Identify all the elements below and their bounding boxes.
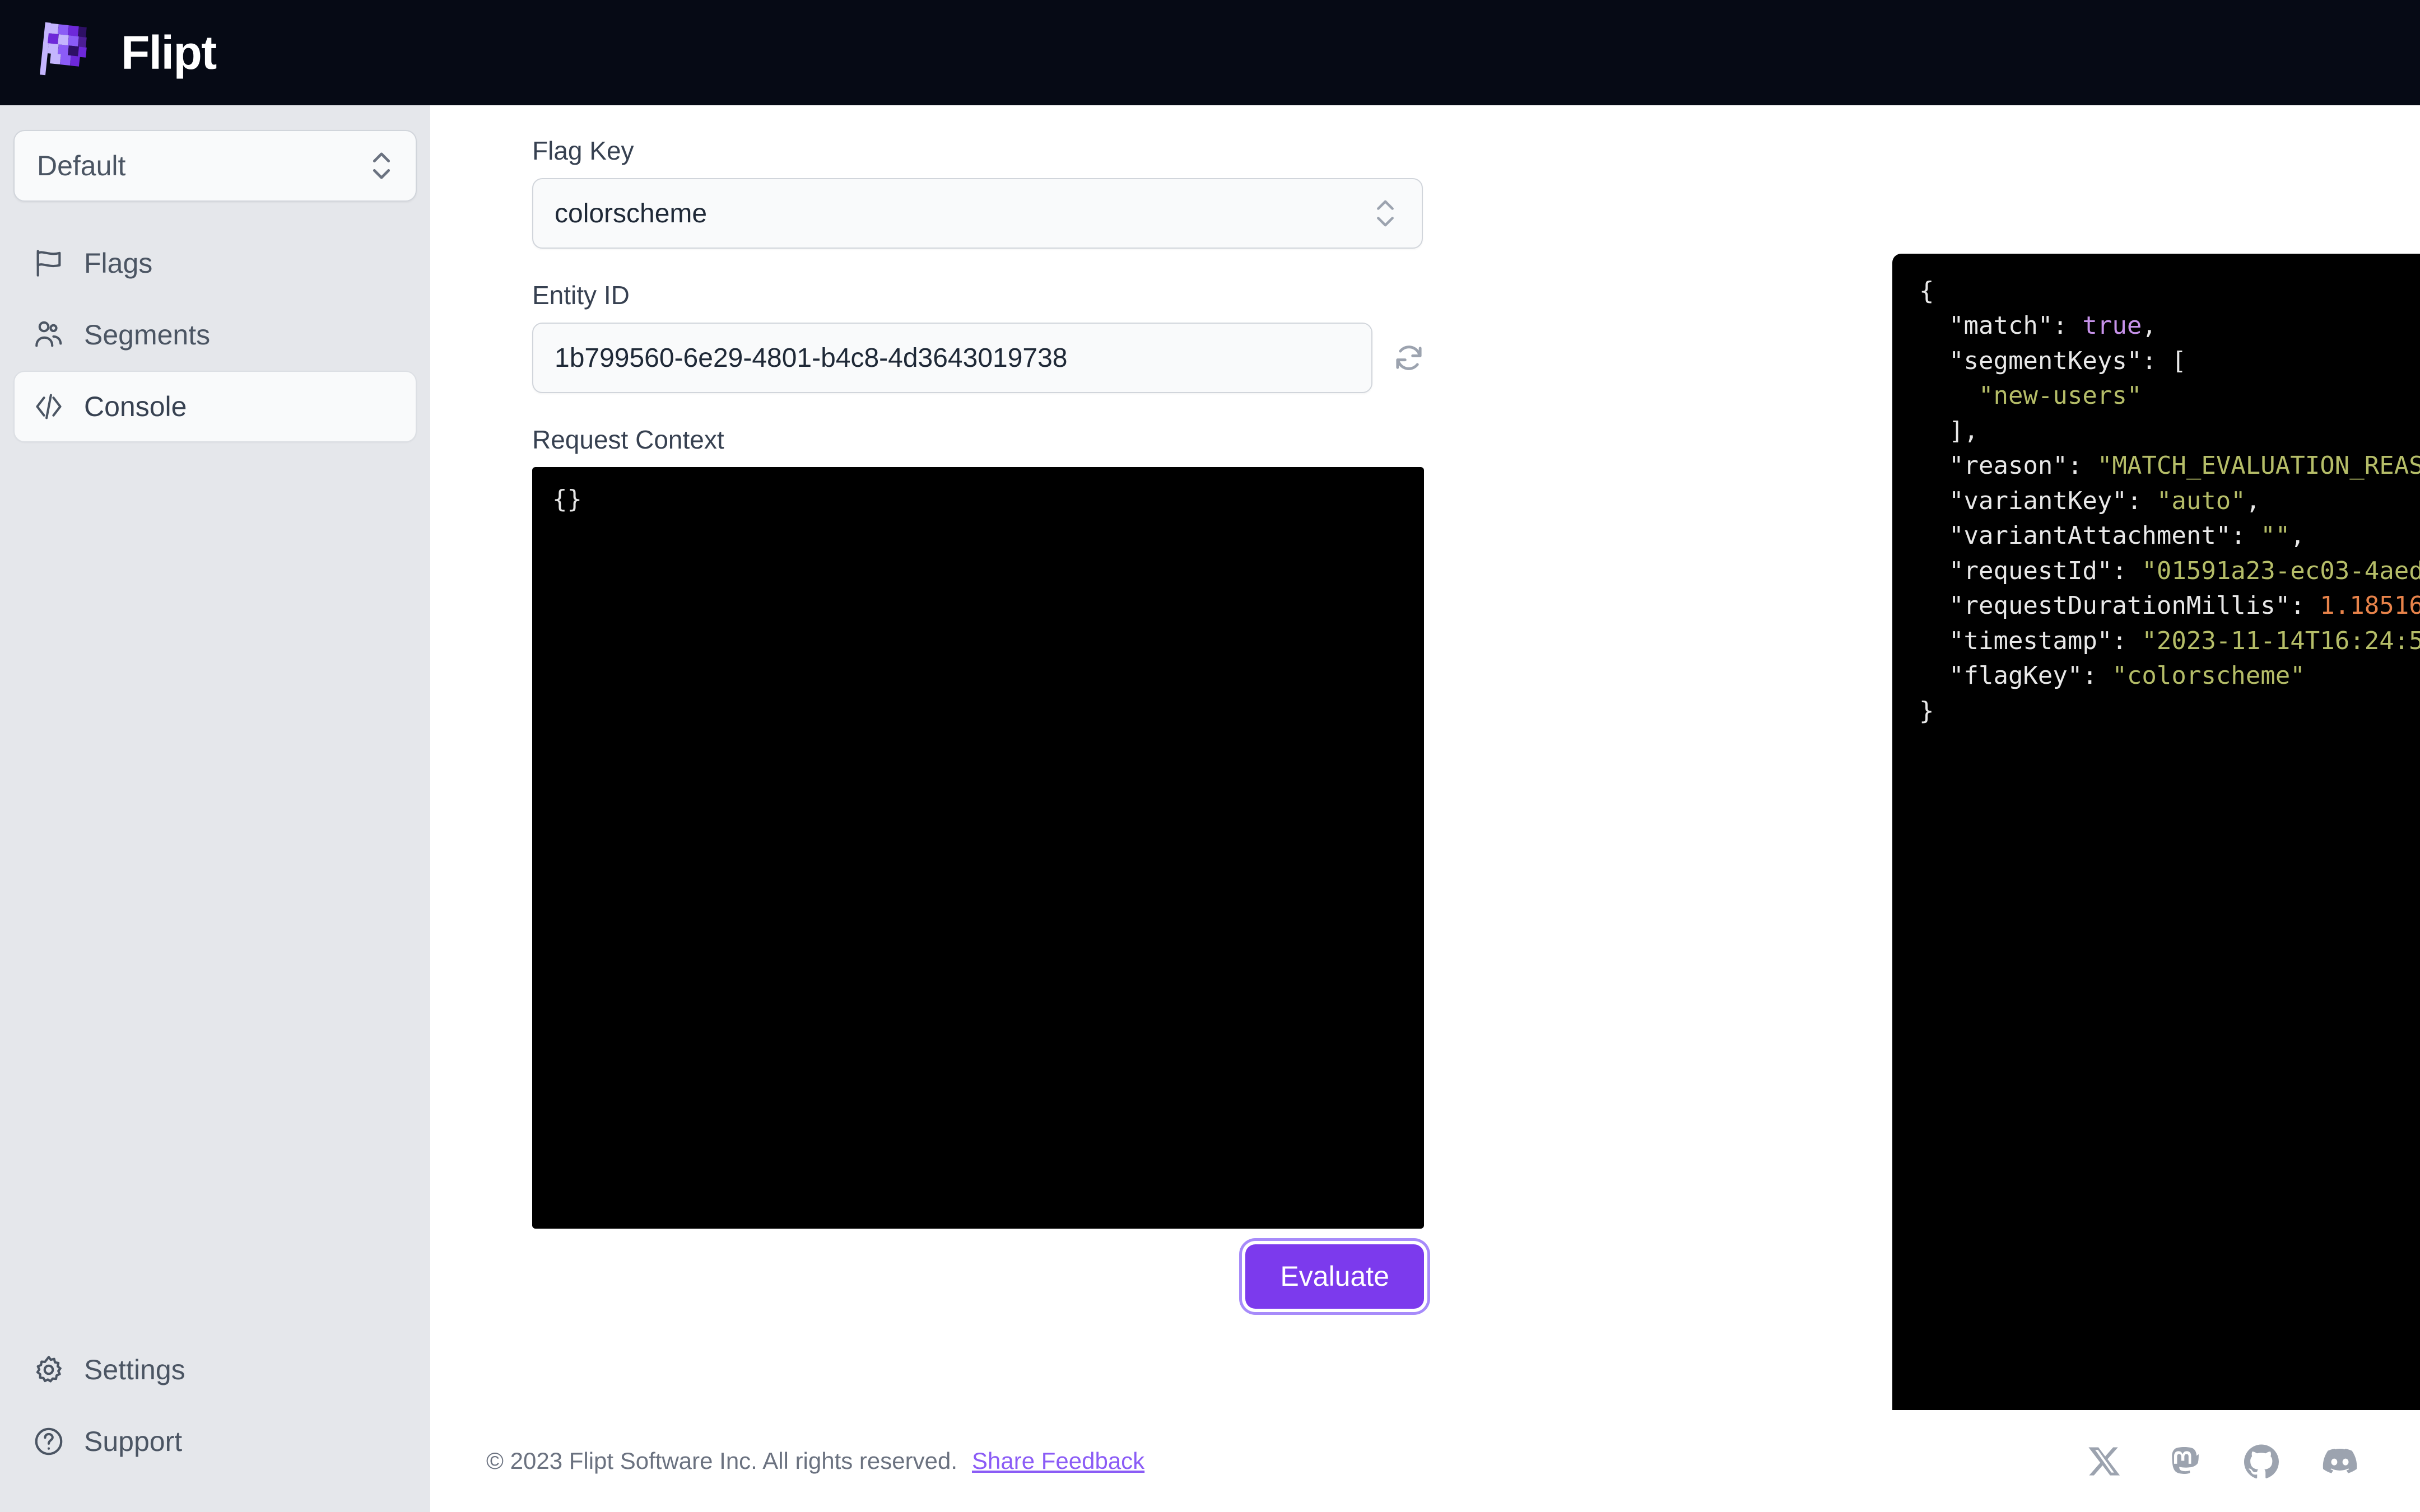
users-icon	[32, 319, 65, 351]
sidebar-item-console[interactable]: Console	[13, 371, 417, 442]
flipt-flag-logo-icon	[35, 17, 106, 88]
flag-icon	[32, 247, 65, 279]
sidebar-item-label: Settings	[84, 1354, 185, 1386]
json-token-key: "timestamp":	[1919, 627, 2142, 655]
request-context-label: Request Context	[532, 424, 1428, 455]
json-token-key: "requestDurationMillis":	[1919, 591, 2320, 620]
brand-logo[interactable]: Flipt	[35, 17, 216, 88]
chevron-up-down-icon	[1372, 196, 1398, 231]
request-context-field: Request Context {}	[532, 424, 1428, 1229]
json-token-key: "flagKey":	[1919, 661, 2112, 690]
entity-id-value: 1b799560-6e29-4801-b4c8-4d3643019738	[555, 343, 1068, 374]
evaluate-row: Evaluate	[532, 1244, 1428, 1309]
discord-icon[interactable]	[2323, 1444, 2357, 1478]
sidebar-nav: Flags Segments Console	[13, 227, 417, 442]
json-token-num: 1.185167	[2320, 591, 2420, 620]
json-token-punct: ,	[2142, 311, 2157, 340]
json-token-key: "variantKey":	[1919, 487, 2157, 515]
namespace-select-value: Default	[37, 150, 125, 182]
evaluation-form: Flag Key colorscheme Entity ID 1b799560-…	[532, 136, 1428, 1260]
sidebar-item-support[interactable]: Support	[13, 1406, 417, 1477]
sidebar-item-settings[interactable]: Settings	[13, 1334, 417, 1406]
github-icon[interactable]	[2244, 1444, 2279, 1478]
json-token-str: ""	[2260, 521, 2290, 550]
json-token-punct: ],	[1919, 417, 1979, 445]
page-footer: © 2023 Flipt Software Inc. All rights re…	[430, 1410, 2420, 1512]
json-token-punct: ,	[2290, 521, 2305, 550]
flag-key-field: Flag Key colorscheme	[532, 136, 1428, 249]
json-token-key: "segmentKeys": [	[1919, 347, 2186, 375]
brand-name: Flipt	[121, 29, 216, 76]
console-page: Flag Key colorscheme Entity ID 1b799560-…	[430, 105, 2420, 1410]
sidebar-item-flags[interactable]: Flags	[13, 227, 417, 299]
code-brackets-icon	[32, 390, 65, 423]
json-token-str: "2023-11-14T16:24:54.295957213Z"	[2142, 627, 2420, 655]
json-token-punct: {	[1919, 277, 1934, 305]
namespace-select[interactable]: Default	[13, 130, 417, 202]
request-context-editor[interactable]: {}	[532, 467, 1424, 1229]
mastodon-icon[interactable]	[2166, 1444, 2200, 1478]
main-content: Flag Key colorscheme Entity ID 1b799560-…	[430, 105, 2420, 1512]
gear-icon	[32, 1354, 65, 1386]
json-token-key: "variantAttachment":	[1919, 521, 2260, 550]
json-token-str: "new-users"	[1979, 381, 2142, 410]
json-token-str: "colorscheme"	[2112, 661, 2305, 690]
json-token-bool: true	[2082, 311, 2142, 340]
json-token-key: "reason":	[1919, 451, 2097, 480]
x-icon[interactable]	[2087, 1444, 2122, 1478]
copyright-text: © 2023 Flipt Software Inc. All rights re…	[486, 1448, 957, 1474]
app-header: Flipt	[0, 0, 2420, 105]
json-token-punct: }	[1919, 697, 1934, 725]
chevron-up-down-icon	[369, 148, 394, 183]
sidebar-item-label: Console	[84, 390, 187, 423]
evaluate-button[interactable]: Evaluate	[1245, 1244, 1424, 1309]
share-feedback-link[interactable]: Share Feedback	[972, 1448, 1144, 1474]
request-context-value: {}	[552, 482, 1424, 517]
entity-id-label: Entity ID	[532, 280, 1428, 310]
entity-id-input[interactable]: 1b799560-6e29-4801-b4c8-4d3643019738	[532, 323, 1372, 393]
json-token-punct: ,	[2246, 487, 2261, 515]
json-token-str: "01591a23-ec03-4aed-939f-cf647d6ceded"	[2142, 557, 2420, 585]
json-token-key: "match":	[1919, 311, 2082, 340]
sidebar: Default Flags Segments	[0, 105, 430, 1512]
flag-key-select[interactable]: colorscheme	[532, 178, 1423, 249]
question-circle-icon	[32, 1425, 65, 1458]
response-json: { "match": true, "segmentKeys": [ "new-u…	[1919, 274, 2420, 729]
json-token-str: "MATCH_EVALUATION_REASON"	[2097, 451, 2420, 480]
footer-social-links	[2087, 1444, 2357, 1478]
entity-id-field: Entity ID 1b799560-6e29-4801-b4c8-4d3643…	[532, 280, 1428, 393]
refresh-icon[interactable]	[1392, 340, 1426, 375]
sidebar-item-label: Support	[84, 1425, 182, 1458]
entity-id-row: 1b799560-6e29-4801-b4c8-4d3643019738	[532, 323, 1428, 393]
json-token-str: "auto"	[2157, 487, 2246, 515]
flag-key-value: colorscheme	[555, 198, 707, 229]
json-token-punct	[1919, 381, 1979, 410]
evaluation-response-panel[interactable]: { "match": true, "segmentKeys": [ "new-u…	[1892, 254, 2420, 1421]
flag-key-label: Flag Key	[532, 136, 1428, 166]
json-token-key: "requestId":	[1919, 557, 2142, 585]
sidebar-item-segments[interactable]: Segments	[13, 299, 417, 371]
sidebar-bottom-nav: Settings Support	[13, 1334, 417, 1477]
sidebar-item-label: Segments	[84, 319, 210, 351]
sidebar-item-label: Flags	[84, 247, 152, 279]
footer-legal: © 2023 Flipt Software Inc. All rights re…	[486, 1448, 1144, 1474]
